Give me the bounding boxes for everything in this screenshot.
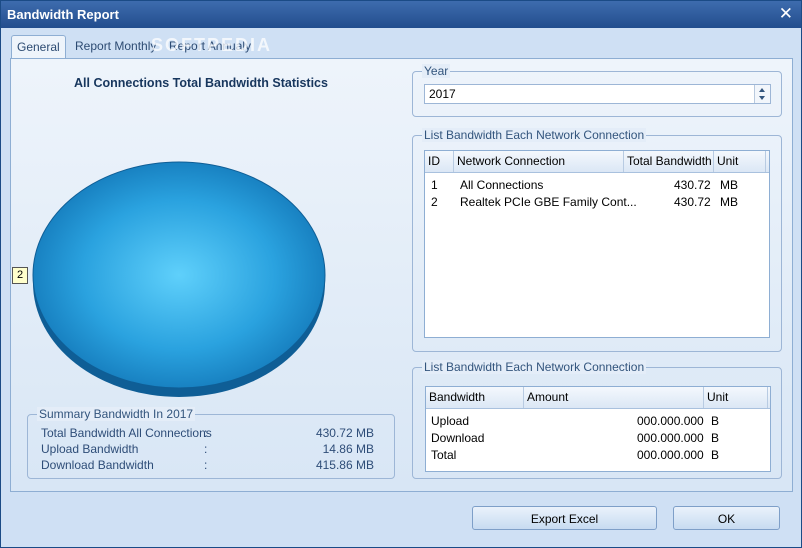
col-id[interactable]: ID [425,151,454,172]
summary-value-download: 415.86 MB [315,458,374,472]
col-unit[interactable]: Unit [714,151,766,172]
summary-label-upload: Upload Bandwidth [41,442,139,456]
year-value: 2017 [429,87,456,101]
connections-table[interactable]: ID Network Connection Total Bandwidth Un… [424,150,770,338]
bandwidth-legend: List Bandwidth Each Network Connection [422,360,647,374]
pie-slice-2 [32,161,326,389]
year-spinner[interactable]: 2017 [424,84,771,104]
cell-bandwidth: Download [431,431,485,445]
cell-connection: All Connections [460,178,544,192]
col-amount[interactable]: Amount [524,387,704,408]
summary-colon-upload: : [204,442,208,456]
pie-slice-label: 2 [12,267,28,284]
summary-legend: Summary Bandwidth In 2017 [37,407,196,421]
year-legend: Year [422,64,451,78]
summary-value-upload: 14.86 MB [322,442,374,456]
spinner-buttons[interactable] [754,85,770,103]
col-unit[interactable]: Unit [704,387,768,408]
summary-group: Summary Bandwidth In 2017 Total Bandwidt… [27,407,395,479]
col-total-bandwidth[interactable]: Total Bandwidth [624,151,714,172]
cell-amount: 000.000.000 [637,431,704,445]
summary-label-total: Total Bandwidth All Connections [41,426,212,440]
cell-unit: B [711,431,720,445]
spin-down-icon[interactable] [759,96,765,100]
cell-id: 1 [431,178,438,192]
tab-report-monthly[interactable]: Report Monthly [70,35,161,57]
col-network-connection[interactable]: Network Connection [454,151,624,172]
title-bar[interactable]: Bandwidth Report ✕ [1,1,801,28]
connections-table-header: ID Network Connection Total Bandwidth Un… [425,151,769,173]
close-icon[interactable]: ✕ [779,4,793,24]
bandwidth-table-header: Bandwidth Amount Unit [426,387,770,409]
cell-bandwidth: Total [431,448,457,462]
ok-button[interactable]: OK [673,506,780,530]
col-bandwidth[interactable]: Bandwidth [426,387,524,408]
window-title: Bandwidth Report [7,7,119,22]
bandwidth-group: List Bandwidth Each Network Connection B… [412,360,782,479]
spin-up-icon[interactable] [759,88,765,92]
cell-total: 430.72 [674,195,711,209]
bandwidth-table[interactable]: Bandwidth Amount Unit Upload 000.000.000… [425,386,771,472]
year-group: Year 2017 [412,64,782,117]
bandwidth-report-window: Bandwidth Report ✕ General Report Monthl… [0,0,802,548]
cell-connection: Realtek PCIe GBE Family Cont... [460,195,637,209]
cell-unit: MB [720,195,738,209]
cell-bandwidth: Upload [431,414,470,428]
summary-value-total: 430.72 MB [315,426,374,440]
tab-general[interactable]: General [11,35,66,59]
cell-unit: MB [720,178,738,192]
cell-total: 430.72 [674,178,711,192]
tab-report-annualy[interactable]: Report Annualy [164,35,256,57]
bandwidth-pie-chart [32,161,326,397]
cell-id: 2 [431,195,438,209]
cell-unit: B [711,414,720,428]
cell-amount: 000.000.000 [637,448,704,462]
cell-amount: 000.000.000 [637,414,704,428]
connections-legend: List Bandwidth Each Network Connection [422,128,647,142]
summary-label-download: Download Bandwidth [41,458,154,472]
cell-unit: B [711,448,720,462]
summary-colon-download: : [204,458,208,472]
chart-title: All Connections Total Bandwidth Statisti… [74,76,328,90]
connections-group: List Bandwidth Each Network Connection I… [412,128,782,352]
summary-colon-total: : [204,426,208,440]
export-excel-button[interactable]: Export Excel [472,506,657,530]
